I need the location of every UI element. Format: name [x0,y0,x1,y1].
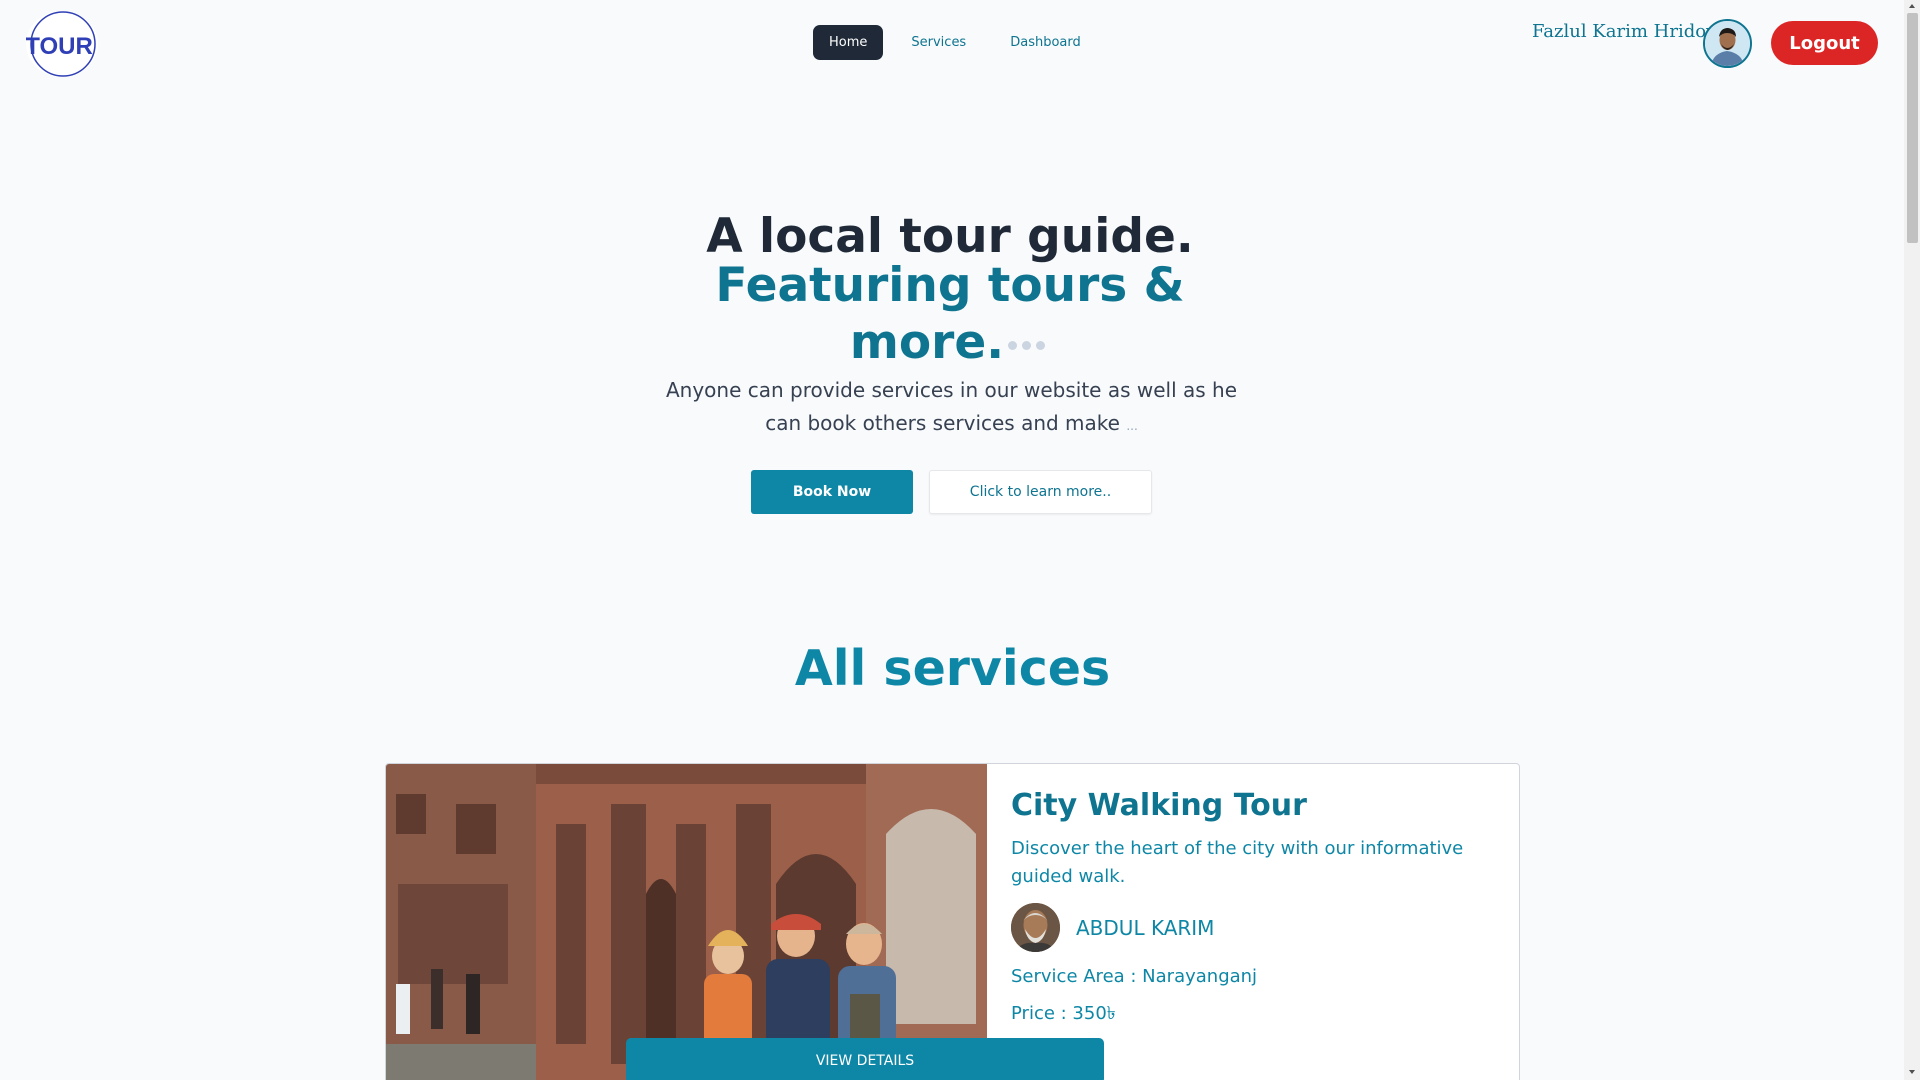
learn-more-button[interactable]: Click to learn more.. [929,470,1152,514]
service-card-body: City Walking Tour Discover the heart of … [1011,788,1501,1030]
hero-subtitle-text: Anyone can provide services in our websi… [665,378,1238,435]
hero-subtitle: Anyone can provide services in our websi… [665,374,1238,443]
service-card: City Walking Tour Discover the heart of … [385,763,1520,1080]
service-description: Discover the heart of the city with our … [1011,838,1464,887]
service-title: City Walking Tour [1011,788,1307,823]
service-photo [386,764,987,1080]
hero-title-line2: Featuring tours & more. [640,261,1260,367]
logout-button[interactable]: Logout [1771,21,1878,65]
tour-logo[interactable]: TOUR [26,11,98,77]
nav-services-link[interactable]: Services [895,25,982,60]
nav-home-link[interactable]: Home [813,25,884,60]
hero-title-line1: A local tour guide. [706,209,1194,264]
guide-avatar [1011,903,1060,952]
services-heading: All services [794,640,1111,697]
book-now-button[interactable]: Book Now [751,470,913,514]
top-navbar: TOUR Home Services Dashboard Fazlul Kari… [0,0,1904,86]
guide-info: ABDUL KARIM [1011,903,1501,952]
hero-subtitle-ellipsis: ... [1126,419,1138,433]
page-scrollbar[interactable] [1904,0,1920,1080]
typing-dots-icon [1008,310,1050,359]
guide-name: ABDUL KARIM [1076,915,1215,940]
user-name: Fazlul Karim Hridoy [1532,21,1717,42]
scroll-up-arrow-icon[interactable] [1909,4,1915,8]
scroll-down-arrow-icon[interactable] [1909,1070,1915,1074]
nav-dashboard-link[interactable]: Dashboard [994,25,1097,60]
view-details-button[interactable]: VIEW DETAILS [626,1038,1104,1080]
main-menu: Home Services Dashboard [813,25,1097,60]
service-price: Price : 350৳ [1011,1003,1116,1024]
scrollbar-thumb[interactable] [1907,13,1918,243]
service-area: Service Area : Narayanganj [1011,966,1258,987]
user-avatar[interactable] [1703,19,1752,68]
logo-text: TOUR [26,33,93,60]
hero-title: A local tour guide. Featuring tours & mo… [640,212,1260,367]
hero-title-line2-text: Featuring tours & more. [715,258,1185,370]
